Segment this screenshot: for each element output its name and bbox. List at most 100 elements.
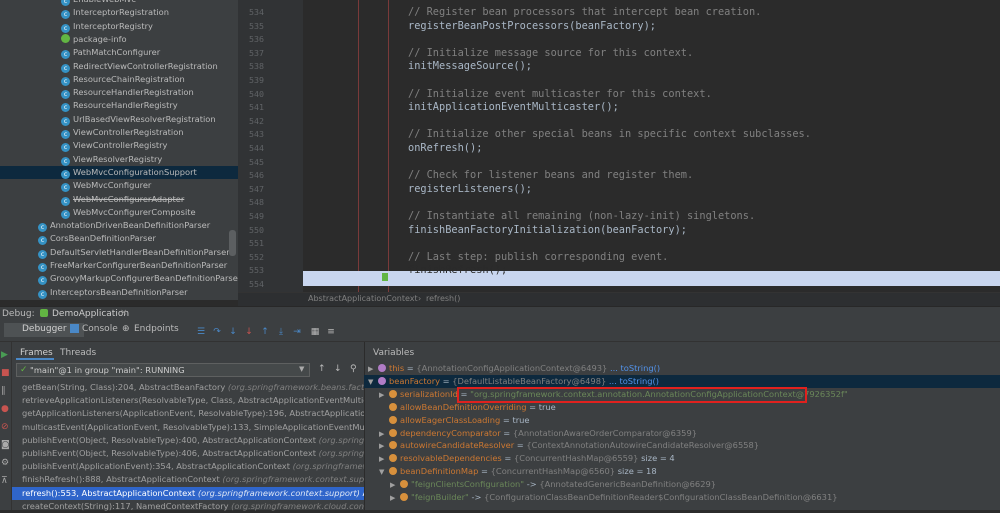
stack-frame[interactable]: finishRefresh():888, AbstractApplication… bbox=[12, 473, 364, 486]
tree-item[interactable]: cRedirectViewControllerRegistration bbox=[0, 60, 218, 73]
variable-row[interactable]: ▼beanDefinitionMap = {ConcurrentHashMap@… bbox=[364, 465, 1000, 478]
tree-item[interactable]: cCorsBeanDefinitionParser bbox=[0, 232, 156, 245]
tree-item[interactable]: cUrlBasedViewResolverRegistration bbox=[0, 113, 216, 126]
thread-selector[interactable]: ✓ "main"@1 in group "main": RUNNING ▼ bbox=[16, 363, 310, 377]
variable-value: {AnnotationConfigApplicationContext@6493… bbox=[416, 363, 607, 373]
stack-frame[interactable]: publishEvent(Object, ResolvableType):400… bbox=[12, 434, 364, 447]
variable-row[interactable]: ▶resolvableDependencies = {ConcurrentHas… bbox=[364, 452, 1000, 465]
arrow-down-icon[interactable]: ↓ bbox=[334, 364, 342, 374]
variable-separator: = bbox=[404, 363, 416, 373]
run-to-cursor-icon[interactable]: ⇥ bbox=[292, 327, 302, 337]
variable-row[interactable]: ▶autowireCandidateResolver = {ContextAnn… bbox=[364, 439, 1000, 452]
line-number: 545 bbox=[238, 157, 264, 167]
collapse-icon[interactable]: ▼ bbox=[368, 376, 378, 388]
project-tree[interactable]: cEnableWebMvccInterceptorRegistrationcIn… bbox=[0, 0, 238, 300]
tree-item[interactable]: cViewControllerRegistration bbox=[0, 126, 184, 139]
variables-title: Variables bbox=[373, 348, 414, 358]
step-out-icon[interactable]: ↑ bbox=[260, 327, 270, 337]
camera-icon[interactable]: ◙ bbox=[1, 440, 10, 450]
variable-name: beanFactory bbox=[389, 376, 440, 386]
tree-item[interactable]: cWebMvcConfigurer bbox=[0, 179, 151, 192]
tree-item[interactable]: cEnableWebMvc bbox=[0, 0, 136, 6]
stack-frame[interactable]: multicastEvent(ApplicationEvent, Resolva… bbox=[12, 421, 364, 434]
tree-item[interactable]: cFreeMarkerConfigurerBeanDefinitionParse… bbox=[0, 259, 227, 272]
tab-frames[interactable]: Frames bbox=[20, 348, 53, 358]
variable-row[interactable]: ▶this = {AnnotationConfigApplicationCont… bbox=[364, 362, 1000, 375]
tab-console[interactable]: Console bbox=[82, 324, 118, 334]
variable-row[interactable]: ▶"feignClientsConfiguration" -> {Annotat… bbox=[364, 478, 1000, 491]
tree-item-label: InterceptorsBeanDefinitionParser bbox=[50, 287, 188, 297]
tree-item[interactable]: cWebMvcConfigurerComposite bbox=[0, 206, 196, 219]
mute-breakpoints-icon[interactable]: ⊘ bbox=[1, 422, 9, 432]
expand-icon[interactable]: ▶ bbox=[368, 363, 378, 375]
pause-icon[interactable]: ∥ bbox=[1, 386, 6, 396]
filter-icon[interactable]: ⚲ bbox=[350, 364, 357, 374]
debug-config-tab[interactable]: DemoApplication bbox=[52, 309, 129, 319]
expand-icon[interactable]: ▶ bbox=[390, 492, 400, 504]
settings-icon[interactable]: ⚙ bbox=[1, 458, 9, 468]
tree-item[interactable]: cGroovyMarkupConfigurerBeanDefinitionPar… bbox=[0, 272, 238, 285]
view-breakpoints-icon[interactable]: ● bbox=[1, 404, 9, 414]
tree-item[interactable]: cResourceChainRegistration bbox=[0, 73, 185, 86]
tab-threads[interactable]: Threads bbox=[60, 348, 96, 358]
stack-frame[interactable]: publishEvent(Object, ResolvableType):406… bbox=[12, 447, 364, 460]
arrow-up-icon[interactable]: ↑ bbox=[318, 364, 326, 374]
tab-debugger[interactable]: Debugger bbox=[22, 324, 67, 334]
tree-item[interactable]: package-info bbox=[0, 33, 127, 46]
step-into-icon[interactable]: ↓ bbox=[228, 327, 238, 337]
tree-item-label: EnableWebMvc bbox=[73, 0, 136, 4]
variable-extra[interactable]: ... toString() bbox=[606, 376, 659, 386]
trace-icon[interactable]: ≡ bbox=[326, 327, 336, 337]
frame-package: (org.springframework.context.sup bbox=[290, 461, 364, 471]
tree-item[interactable]: cInterceptorRegistry bbox=[0, 20, 153, 33]
tab-endpoints[interactable]: Endpoints bbox=[134, 324, 179, 334]
tree-item[interactable]: cWebMvcConfigurerAdapter bbox=[0, 193, 184, 206]
class-icon: c bbox=[61, 130, 70, 139]
variable-row[interactable]: ▼beanFactory = {DefaultListableBeanFacto… bbox=[364, 375, 1000, 388]
map-entry-icon bbox=[400, 480, 408, 488]
evaluate-expression-icon[interactable]: ▦ bbox=[310, 327, 320, 337]
stack-frame[interactable]: getApplicationListeners(ApplicationEvent… bbox=[12, 407, 364, 420]
variable-row[interactable]: ▶dependencyComparator = {AnnotationAware… bbox=[364, 427, 1000, 440]
tree-item[interactable]: cResourceHandlerRegistration bbox=[0, 86, 194, 99]
tree-item[interactable]: cWebMvcConfigurationSupport bbox=[0, 166, 238, 179]
tree-item[interactable]: cAnnotationDrivenBeanDefinitionParser bbox=[0, 219, 210, 232]
stack-frame[interactable]: retrieveApplicationListeners(ResolvableT… bbox=[12, 394, 364, 407]
stack-frame[interactable]: publishEvent(ApplicationEvent):354, Abst… bbox=[12, 460, 364, 473]
show-execution-point-icon[interactable]: ☰ bbox=[196, 327, 206, 337]
breadcrumb-method[interactable]: refresh() bbox=[426, 294, 460, 303]
variable-value: {ContextAnnotationAutowireCandidateResol… bbox=[526, 440, 759, 450]
stack-frame[interactable]: refresh():553, AbstractApplicationContex… bbox=[12, 487, 364, 500]
variable-row[interactable]: allowEagerClassLoading = true bbox=[364, 414, 1000, 427]
tree-scrollbar[interactable] bbox=[229, 230, 236, 256]
stack-frame[interactable]: createContext(String):117, NamedContextF… bbox=[12, 500, 364, 513]
tree-item[interactable]: cPathMatchConfigurer bbox=[0, 46, 160, 59]
collapse-icon[interactable]: ▼ bbox=[379, 466, 389, 478]
close-icon[interactable]: × bbox=[120, 308, 128, 318]
stack-frame[interactable]: getBean(String, Class):204, AbstractBean… bbox=[12, 381, 364, 394]
expand-icon[interactable]: ▶ bbox=[379, 453, 389, 465]
expand-icon[interactable]: ▶ bbox=[379, 440, 389, 452]
variable-name: resolvableDependencies bbox=[400, 453, 502, 463]
drop-frame-icon[interactable]: ⤓ bbox=[276, 327, 286, 337]
field-icon bbox=[389, 454, 397, 462]
tree-item[interactable]: cInterceptorRegistration bbox=[0, 6, 169, 19]
step-over-icon[interactable]: ↷ bbox=[212, 327, 222, 337]
tree-item[interactable]: cDefaultServletHandlerBeanDefinitionPars… bbox=[0, 246, 230, 259]
variable-extra[interactable]: ... toString() bbox=[607, 363, 660, 373]
stop-icon[interactable]: ■ bbox=[1, 368, 10, 378]
expand-icon[interactable]: ▶ bbox=[379, 389, 389, 401]
expand-icon[interactable]: ▶ bbox=[379, 428, 389, 440]
force-step-into-icon[interactable]: ↓ bbox=[244, 327, 254, 337]
tree-item[interactable]: cResourceHandlerRegistry bbox=[0, 99, 178, 112]
breadcrumb-class[interactable]: AbstractApplicationContext bbox=[308, 294, 418, 303]
tree-item[interactable]: cViewResolverRegistry bbox=[0, 153, 162, 166]
tree-item[interactable]: cMvcNamespaceHandler bbox=[0, 299, 148, 300]
tree-item[interactable]: cViewControllerRegistry bbox=[0, 139, 167, 152]
tree-item[interactable]: cInterceptorsBeanDefinitionParser bbox=[0, 286, 188, 299]
variable-row[interactable]: ▶"feignBuilder" -> {ConfigurationClassBe… bbox=[364, 491, 1000, 504]
resume-icon[interactable]: ▶ bbox=[1, 350, 8, 360]
expand-icon[interactable]: ▶ bbox=[390, 479, 400, 491]
frame-method: finishRefresh():888, AbstractApplication… bbox=[22, 474, 220, 484]
pin-icon[interactable]: ⊼ bbox=[1, 476, 8, 486]
